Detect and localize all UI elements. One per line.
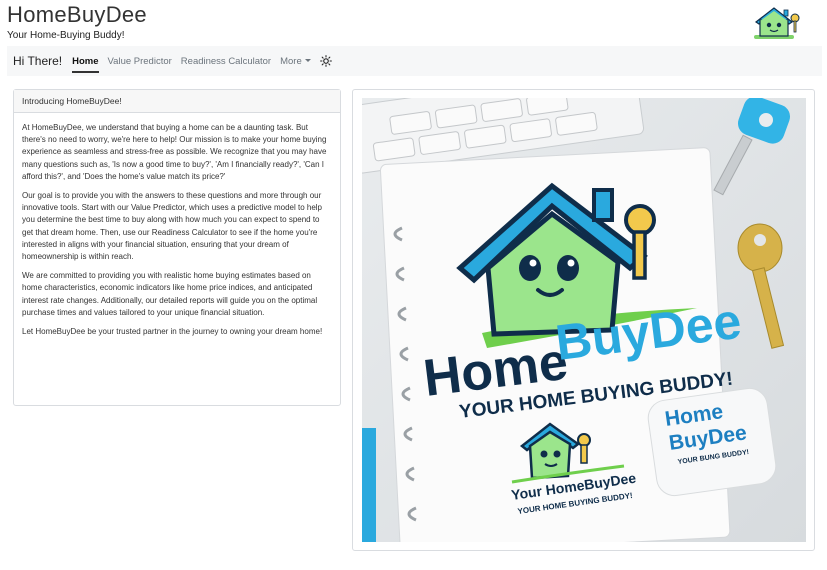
nav-more-label: More [280, 55, 302, 67]
intro-paragraph: At HomeBuyDee, we understand that buying… [22, 123, 327, 181]
nav-brand[interactable]: Hi There! [13, 54, 62, 68]
intro-paragraph: Our goal is to provide you with the answ… [22, 191, 323, 262]
hero-image-card: Home BuyDee YOUR HOME BUYING BUDDY! Your… [352, 89, 815, 551]
intro-card-header: Introducing HomeBuyDee! [14, 90, 340, 113]
sun-icon[interactable] [319, 55, 332, 67]
nav-dropdown-more[interactable]: More [280, 56, 311, 67]
hero-image: Home BuyDee YOUR HOME BUYING BUDDY! Your… [362, 98, 806, 542]
intro-card-body: At HomeBuyDee, we understand that buying… [14, 113, 340, 338]
intro-paragraph: Let HomeBuyDee be your trusted partner i… [22, 327, 323, 337]
caret-down-icon [304, 59, 311, 63]
intro-card: Introducing HomeBuyDee! At HomeBuyDee, w… [13, 89, 341, 406]
nav-link-value-predictor[interactable]: Value Predictor [108, 56, 172, 67]
app-header: HomeBuyDee Your Home-Buying Buddy! [0, 0, 827, 44]
nav-link-readiness-calculator[interactable]: Readiness Calculator [181, 56, 271, 67]
navbar: Hi There! Home Value Predictor Readiness… [7, 46, 822, 76]
house-logo-icon [754, 7, 800, 39]
intro-paragraph: We are committed to providing you with r… [22, 271, 318, 317]
nav-link-home[interactable]: Home [72, 56, 99, 73]
app-tagline: Your Home-Buying Buddy! [7, 30, 125, 41]
app-title: HomeBuyDee [7, 2, 147, 27]
